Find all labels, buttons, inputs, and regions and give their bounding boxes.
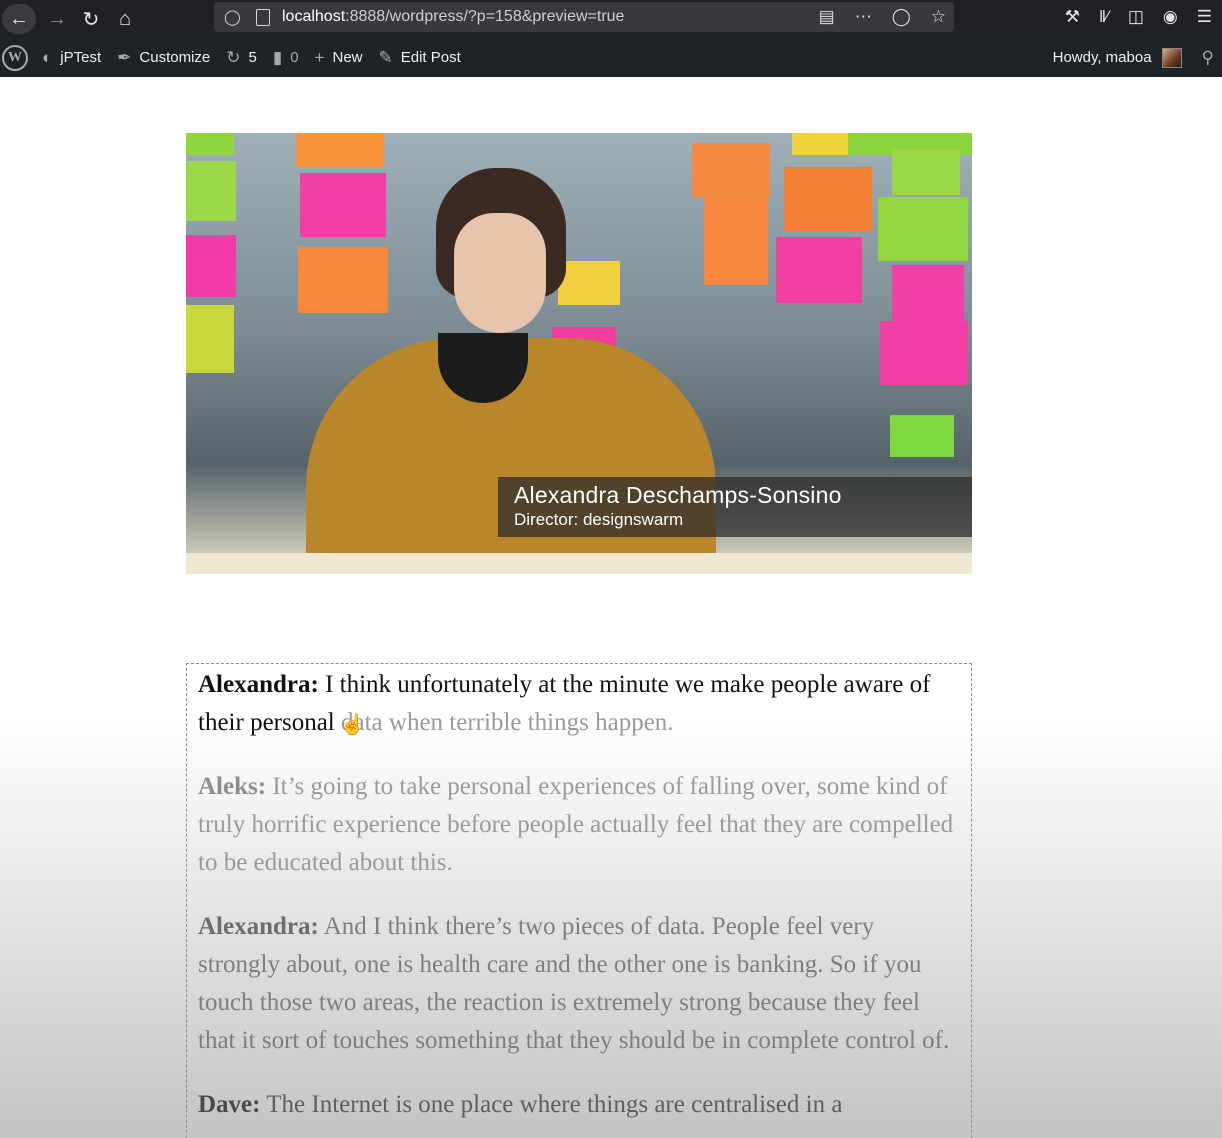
sticky-note — [558, 261, 620, 305]
sticky-note — [300, 173, 386, 237]
transcript-text: It’s going to take personal experiences … — [198, 773, 954, 876]
wp-admin-bar-right: Howdy, maboa ⚲ — [1053, 38, 1214, 77]
transcript-text-upcoming: data when terrible things happen. — [334, 709, 674, 736]
speaker-name: Alexandra: — [198, 671, 319, 698]
more-actions-icon[interactable]: ⋯ — [855, 7, 872, 27]
video-player[interactable]: Alexandra Deschamps-Sonsino Director: de… — [186, 133, 972, 574]
home-icon[interactable]: ⌂ — [108, 2, 142, 36]
menu-icon[interactable]: ☰ — [1197, 7, 1212, 27]
desk — [186, 553, 972, 574]
address-bar-actions: ▤ ⋯ ◯ ☆ — [819, 2, 946, 32]
transcript-paragraph[interactable]: Alexandra: And I think there’s two piece… — [198, 908, 961, 1060]
toolbar-right-icons: ⚒ ‖⁄ ◫ ◉ ☰ — [1065, 0, 1212, 34]
customize-label: Customize — [139, 49, 211, 66]
video-lower-third: Alexandra Deschamps-Sonsino Director: de… — [498, 477, 972, 537]
new-content-link[interactable]: + New — [307, 38, 371, 77]
sticky-note — [880, 321, 968, 385]
edit-post-link[interactable]: ✎ Edit Post — [371, 38, 469, 77]
speaker-name: Alexandra: — [198, 913, 319, 940]
wordpress-logo-icon[interactable]: W — [2, 44, 28, 71]
sticky-note — [296, 133, 384, 167]
account-icon[interactable]: ◉ — [1163, 7, 1178, 27]
forward-arrow-icon[interactable]: → — [40, 2, 74, 36]
sidebar-icon[interactable]: ◫ — [1128, 7, 1144, 27]
new-label: New — [332, 49, 363, 66]
brush-icon: ✒ — [117, 47, 132, 67]
url-path: :8888/wordpress/?p=158&preview=true — [345, 8, 625, 25]
url-host: localhost — [282, 8, 346, 25]
library-icon[interactable]: ‖⁄ — [1099, 7, 1109, 27]
post-content: Alexandra Deschamps-Sonsino Director: de… — [0, 77, 1222, 1138]
sticky-note — [186, 161, 236, 221]
sticky-note — [704, 195, 768, 285]
speaker-face — [454, 213, 546, 333]
reload-icon[interactable]: ↻ — [74, 2, 108, 36]
sticky-note — [186, 305, 234, 373]
sticky-note — [784, 167, 872, 231]
reader-view-icon[interactable]: ▤ — [819, 7, 835, 27]
updates-icon: ↻ — [226, 47, 241, 67]
sticky-note — [298, 247, 388, 313]
transcript-text: The Internet is one place where things a… — [260, 1091, 843, 1118]
updates-link[interactable]: ↻ 5 — [218, 38, 265, 77]
site-name: jPTest — [60, 49, 102, 66]
wrench-icon[interactable]: ⚒ — [1065, 7, 1080, 27]
comment-icon: ▮ — [272, 47, 283, 67]
pencil-icon: ✎ — [378, 47, 393, 67]
shield-icon[interactable]: ◯ — [224, 8, 244, 26]
comments-count: 0 — [290, 49, 299, 66]
transcript-box[interactable]: Alexandra: I think unfortunately at the … — [186, 663, 972, 1138]
caption-name: Alexandra Deschamps-Sonsino — [514, 482, 842, 508]
sticky-note — [186, 133, 234, 155]
pocket-icon[interactable]: ◯ — [892, 7, 911, 27]
edit-post-label: Edit Post — [400, 49, 461, 66]
sticky-note — [892, 265, 964, 321]
browser-toolbar: ← → ↻ ⌂ ◯ localhost:8888/wordpress/?p=15… — [0, 0, 1222, 38]
transcript-paragraph[interactable]: Dave: The Internet is one place where th… — [198, 1086, 961, 1124]
site-name-link[interactable]: ◐ jPTest — [34, 38, 109, 77]
sticky-note — [186, 235, 236, 297]
sticky-note — [892, 149, 960, 195]
speaker-name: Aleks: — [198, 773, 267, 800]
wp-admin-bar: W ◐ jPTest ✒ Customize ↻ 5 ▮ 0 + New ✎ E… — [0, 38, 1222, 77]
transcript-paragraph[interactable]: Aleks: It’s going to take personal exper… — [198, 768, 961, 882]
back-arrow-icon[interactable]: ← — [2, 4, 36, 34]
plus-icon: + — [314, 47, 325, 67]
bookmark-star-icon[interactable]: ☆ — [931, 7, 946, 27]
comments-link[interactable]: ▮ 0 — [265, 38, 307, 77]
address-bar[interactable]: ◯ localhost:8888/wordpress/?p=158&previe… — [214, 2, 954, 32]
sticky-note — [890, 415, 954, 457]
updates-count: 5 — [248, 49, 257, 66]
caption-role: Director: designswarm — [514, 510, 684, 529]
howdy-account-link[interactable]: Howdy, maboa — [1053, 49, 1152, 66]
url-text[interactable]: localhost:8888/wordpress/?p=158&preview=… — [282, 8, 624, 26]
customize-link[interactable]: ✒ Customize — [109, 38, 218, 77]
avatar[interactable] — [1161, 47, 1182, 68]
search-icon[interactable]: ⚲ — [1202, 48, 1214, 68]
page-info-icon[interactable] — [256, 8, 270, 26]
hand-cursor-icon: ☝ — [340, 714, 365, 736]
sticky-note — [692, 143, 770, 197]
speaker-name: Dave: — [198, 1091, 261, 1118]
transcript-paragraph[interactable]: Alexandra: I think unfortunately at the … — [198, 666, 961, 742]
sticky-note — [776, 237, 862, 303]
dashboard-icon: ◐ — [42, 47, 53, 67]
sticky-note — [878, 197, 968, 261]
